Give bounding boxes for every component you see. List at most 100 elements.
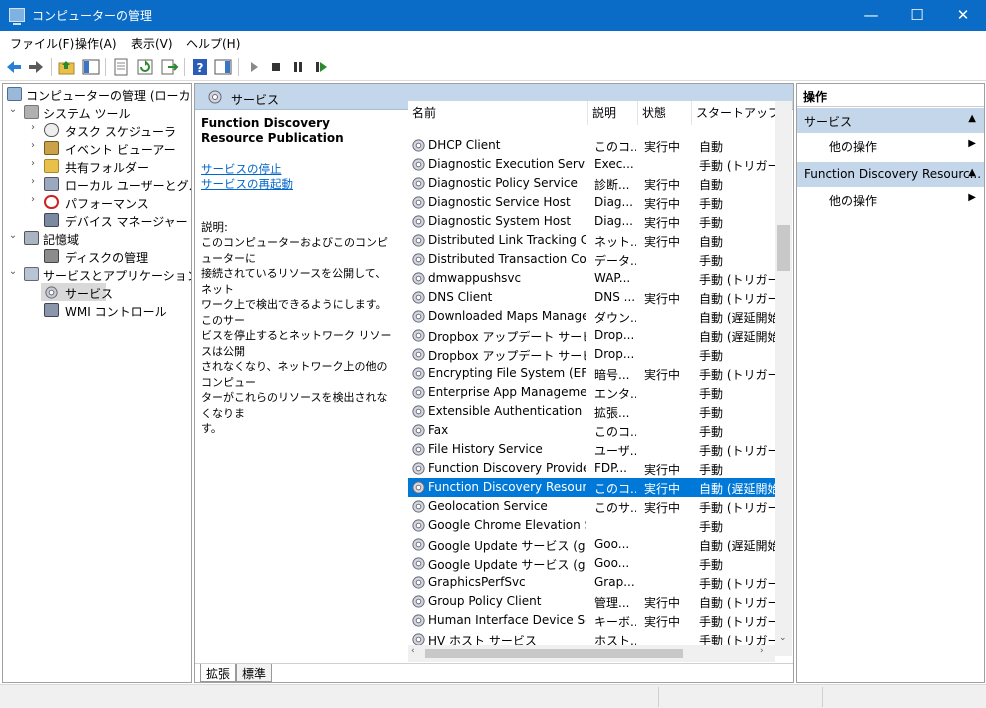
stop-service-link[interactable]: サービスの停止 <box>201 162 394 177</box>
service-row[interactable]: Diagnostic Execution Service Exec... 手動 (ト… <box>408 155 776 174</box>
tree-label: デバイス マネージャー <box>65 215 188 229</box>
service-row[interactable]: Diagnostic System Host Diag... 実行中 手動 <box>408 212 776 231</box>
toolbar: ? <box>0 53 986 81</box>
service-startup-type: 手動 <box>699 197 724 211</box>
chevron-right-icon[interactable]: › <box>27 158 39 169</box>
hscroll-thumb[interactable] <box>425 649 683 658</box>
scroll-left-icon[interactable]: ‹ <box>411 646 415 656</box>
start-service-icon[interactable] <box>244 57 264 77</box>
horizontal-scrollbar[interactable]: ‹ › <box>408 645 775 662</box>
service-row[interactable]: DHCP Client このコ... 実行中 自動 <box>408 136 776 155</box>
service-row[interactable]: Geolocation Service このサ... 実行中 手動 (トリガー開 <box>408 497 776 516</box>
service-row[interactable]: Google Update サービス (gup... Goo... 手動 <box>408 554 776 573</box>
service-row[interactable]: Fax このコ... 手動 <box>408 421 776 440</box>
tab-standard[interactable]: 標準 <box>236 664 273 682</box>
chevron-right-icon[interactable]: › <box>27 140 39 151</box>
gear-icon <box>412 177 425 190</box>
up-folder-icon[interactable] <box>57 57 77 77</box>
service-row[interactable]: Distributed Link Tracking Cli... ネット... 実行… <box>408 231 776 250</box>
service-name: Enterprise App Managemen... <box>428 385 586 399</box>
service-row[interactable]: Function Discovery Resourc... このコ... 実行中 自動… <box>408 478 776 497</box>
service-row[interactable]: Group Policy Client 管理... 実行中 自動 (トリガー開 <box>408 592 776 611</box>
stop-service-icon[interactable] <box>266 57 286 77</box>
collapse-up-icon[interactable]: ▲ <box>968 167 976 178</box>
chevron-down-icon[interactable]: ⌄ <box>7 230 19 241</box>
export-list-icon[interactable] <box>159 57 179 77</box>
more-actions-services[interactable]: 他の操作 ▶ <box>797 134 984 156</box>
collapse-up-icon[interactable]: ▲ <box>968 113 976 124</box>
chevron-right-icon[interactable]: › <box>27 122 39 133</box>
refresh-icon[interactable] <box>135 57 155 77</box>
column-description[interactable]: 説明 <box>588 101 638 125</box>
help-icon[interactable]: ? <box>190 57 210 77</box>
chevron-right-icon[interactable]: › <box>27 194 39 205</box>
forward-arrow-icon[interactable] <box>26 57 46 77</box>
restart-service-link[interactable]: サービスの再起動 <box>201 177 394 192</box>
service-name: Distributed Link Tracking Cli... <box>428 233 586 247</box>
service-row[interactable]: Google Update サービス (gup... Goo... 自動 (遅延開始 <box>408 535 776 554</box>
services-apps-icon <box>24 267 39 281</box>
gear-icon <box>208 90 222 104</box>
service-row[interactable]: Extensible Authentication P... 拡張... 手動 <box>408 402 776 421</box>
gear-icon <box>412 576 425 589</box>
column-startup-type[interactable]: スタートアップの種 <box>692 101 776 125</box>
scroll-right-icon[interactable]: › <box>760 646 764 656</box>
tree-item-services[interactable]: サービス <box>41 283 113 301</box>
service-row[interactable]: Dropbox アップデート サービス (... Drop... 自動 (遅延開始 <box>408 326 776 345</box>
service-state: 実行中 <box>644 216 681 230</box>
menu-view[interactable]: 表示(V) <box>131 35 173 52</box>
service-row[interactable]: Diagnostic Policy Service 診断... 実行中 自動 <box>408 174 776 193</box>
service-startup-type: 自動 <box>699 140 724 154</box>
actions-section-selected[interactable]: Function Discovery Resourc... ▲ <box>797 162 984 187</box>
service-row[interactable]: File History Service ユーザ... 手動 (トリガー開 <box>408 440 776 459</box>
gear-icon <box>412 386 425 399</box>
tab-extended[interactable]: 拡張 <box>200 664 237 682</box>
actions-section-services[interactable]: サービス ▲ <box>797 108 984 133</box>
service-startup-type: 手動 <box>699 216 724 230</box>
service-name: Group Policy Client <box>428 594 542 608</box>
menu-action[interactable]: 操作(A) <box>75 35 117 52</box>
properties-icon[interactable] <box>111 57 131 77</box>
menu-file[interactable]: ファイル(F) <box>10 35 74 52</box>
service-row[interactable]: Function Discovery Provider... FDP... 実行中 手… <box>408 459 776 478</box>
service-row[interactable]: Encrypting File System (EFS) 暗号... 実行中 手動 (… <box>408 364 776 383</box>
restart-service-icon[interactable] <box>311 57 331 77</box>
service-row[interactable]: Human Interface Device Ser... キーボ... 実行中 手動… <box>408 611 776 630</box>
menu-help[interactable]: ヘルプ(H) <box>186 35 240 52</box>
service-row[interactable]: Distributed Transaction Coo... データ... 手動 <box>408 250 776 269</box>
chevron-down-icon[interactable]: ⌄ <box>7 266 19 277</box>
vertical-scrollbar[interactable]: ⌄ <box>775 101 792 656</box>
scroll-down-icon[interactable]: ⌄ <box>779 633 787 643</box>
chevron-right-icon[interactable]: › <box>27 176 39 187</box>
event-log-icon <box>44 141 59 155</box>
gear-icon <box>412 348 425 361</box>
service-row[interactable]: Enterprise App Managemen... エンタ... 手動 <box>408 383 776 402</box>
service-state: 実行中 <box>644 197 681 211</box>
service-row[interactable]: Diagnostic Service Host Diag... 実行中 手動 <box>408 193 776 212</box>
back-arrow-icon[interactable] <box>4 57 24 77</box>
maximize-button[interactable]: ☐ <box>894 0 940 31</box>
service-row[interactable]: Downloaded Maps Manager ダウン... 自動 (遅延開始 <box>408 307 776 326</box>
service-description: データ... <box>594 254 636 268</box>
service-startup-type: 手動 (トリガー開 <box>699 615 776 629</box>
close-button[interactable]: ✕ <box>940 0 986 31</box>
console-tree-icon[interactable] <box>81 57 101 77</box>
column-state[interactable]: 状態 <box>638 101 692 125</box>
pause-service-icon[interactable] <box>288 57 308 77</box>
gear-icon <box>412 481 425 494</box>
service-startup-type: 自動 (遅延開始 <box>699 330 776 344</box>
service-description: このコ... <box>594 482 636 496</box>
service-row[interactable]: Dropbox アップデート サービス (... Drop... 手動 <box>408 345 776 364</box>
service-row[interactable]: GraphicsPerfSvc Grap... 手動 (トリガー開 <box>408 573 776 592</box>
service-row[interactable]: DNS Client DNS ... 実行中 自動 (トリガー開 <box>408 288 776 307</box>
clock-icon <box>44 123 59 137</box>
action-pane-icon[interactable] <box>213 57 233 77</box>
more-actions-selected[interactable]: 他の操作 ▶ <box>797 188 984 210</box>
minimize-button[interactable]: — <box>848 0 894 31</box>
service-row[interactable]: dmwappushsvc WAP... 手動 (トリガー開 <box>408 269 776 288</box>
service-row[interactable]: Google Chrome Elevation S... 手動 <box>408 516 776 535</box>
chevron-down-icon[interactable]: ⌄ <box>7 104 19 115</box>
gear-icon <box>412 557 425 570</box>
scroll-thumb[interactable] <box>777 225 790 271</box>
column-name[interactable]: 名前 <box>408 101 588 125</box>
